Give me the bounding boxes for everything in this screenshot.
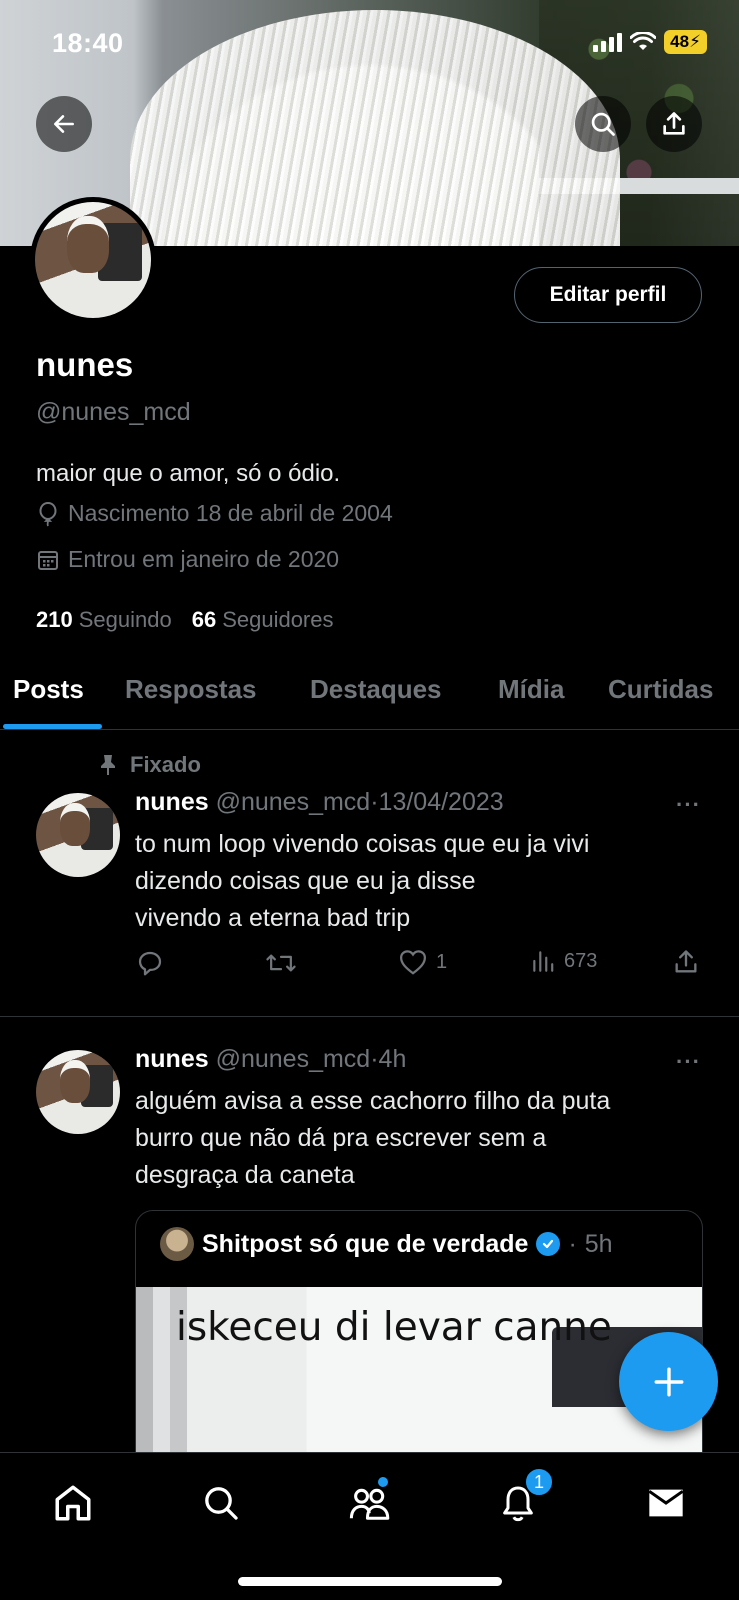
pinned-label: Fixado (98, 752, 201, 778)
profile-handle: @nunes_mcd (36, 398, 191, 426)
battery-indicator: 48⚡ (664, 30, 707, 54)
tweet-author-handle[interactable]: @nunes_mcd (216, 1045, 371, 1073)
tweet-avatar[interactable] (36, 793, 120, 877)
quoted-tweet-header: Shitpost só que de verdade · 5h (160, 1227, 613, 1261)
communities-icon (349, 1488, 390, 1520)
nav-search[interactable] (193, 1475, 249, 1531)
following-count: 210 (36, 607, 73, 632)
communities-dot (378, 1477, 388, 1487)
birth-date: Nascimento 18 de abril de 2004 (36, 500, 393, 527)
compose-button[interactable] (619, 1332, 718, 1431)
tweet-author-name[interactable]: nunes (135, 1045, 209, 1073)
quoted-tweet[interactable]: Shitpost só que de verdade · 5h iskeceu d… (135, 1210, 703, 1470)
nav-notifications[interactable]: 1 (490, 1467, 554, 1531)
retweet-icon (266, 954, 296, 972)
follow-stats: 210 Seguindo 66 Seguidores (36, 607, 334, 633)
tab-replies[interactable]: Respostas (125, 674, 257, 705)
following-link[interactable]: 210 Seguindo (36, 607, 172, 633)
quoted-time: 5h (584, 1229, 613, 1258)
wifi-icon (630, 32, 657, 50)
retweet-button[interactable] (265, 948, 297, 978)
back-button[interactable] (36, 96, 92, 152)
plus-icon (654, 1367, 683, 1396)
tab-highlights[interactable]: Destaques (310, 674, 442, 705)
mail-icon (648, 1489, 684, 1517)
tweet-header: nunes @nunes_mcd·13/04/2023 (135, 788, 504, 817)
like-count: 1 (436, 950, 448, 973)
join-date: Entrou em janeiro de 2020 (36, 546, 339, 573)
tweet-header: nunes @nunes_mcd·4h (135, 1045, 406, 1074)
tweet-divider (0, 1016, 739, 1017)
share-tweet-button[interactable] (672, 948, 700, 976)
views-icon (533, 951, 554, 972)
pinned-text: Fixado (130, 752, 201, 777)
charging-icon: ⚡ (689, 32, 701, 51)
home-icon (55, 1485, 91, 1521)
quoted-avatar (160, 1227, 194, 1261)
pin-icon (101, 755, 115, 775)
profile-tabs: Posts Respostas Destaques Mídia Curtidas (0, 666, 739, 730)
join-date-text: Entrou em janeiro de 2020 (68, 546, 340, 572)
tweet-avatar[interactable] (36, 1050, 120, 1134)
notifications-badge: 1 (524, 1467, 554, 1497)
tweet-more-button[interactable]: ··· (676, 1049, 701, 1075)
following-label: Seguindo (78, 607, 172, 632)
tweet-text: to num loop vivendo coisas que eu ja viv… (135, 830, 590, 932)
tweet-text: alguém avisa a esse cachorro filho da pu… (135, 1087, 611, 1189)
active-tab-indicator (3, 724, 102, 729)
profile-name: nunes (36, 346, 134, 383)
home-indicator (238, 1577, 502, 1586)
arrow-left-icon (54, 115, 74, 133)
birth-date-text: Nascimento 18 de abril de 2004 (68, 500, 393, 526)
followers-link[interactable]: 66 Seguidores (192, 607, 334, 633)
like-button[interactable]: 1 (398, 948, 447, 976)
tab-media[interactable]: Mídia (498, 674, 564, 705)
search-icon (591, 112, 615, 136)
tweet-time[interactable]: 4h (379, 1045, 407, 1073)
balloon-icon (39, 501, 57, 526)
nav-messages[interactable] (638, 1475, 694, 1531)
tweet-author-handle[interactable]: @nunes_mcd (216, 788, 371, 816)
tweet-separator: · (370, 1045, 379, 1073)
profile-avatar[interactable] (30, 197, 156, 323)
quoted-media-caption: iskeceu di levar canne (176, 1305, 612, 1350)
quoted-separator: · (568, 1229, 577, 1258)
share-icon (663, 112, 685, 135)
views-count: 673 (564, 949, 598, 972)
tweet-separator: · (370, 788, 379, 816)
reply-button[interactable] (135, 948, 165, 978)
profile-bio: maior que o amor, só o ódio. (36, 460, 341, 487)
tab-posts[interactable]: Posts (13, 674, 84, 705)
tab-likes[interactable]: Curtidas (608, 674, 713, 705)
cellular-signal-icon (593, 32, 623, 52)
followers-label: Seguidores (222, 607, 334, 632)
views-button[interactable]: 673 (530, 948, 597, 974)
status-time: 18:40 (52, 28, 124, 58)
heart-icon (399, 950, 427, 975)
search-button[interactable] (575, 96, 631, 152)
quoted-author-name: Shitpost só que de verdade (202, 1229, 529, 1258)
tweet-more-button[interactable]: ··· (676, 792, 701, 818)
followers-count: 66 (191, 607, 217, 632)
nav-home[interactable] (45, 1475, 101, 1531)
tweet-time[interactable]: 13/04/2023 (379, 788, 504, 816)
status-indicators: 48⚡ (593, 30, 707, 54)
share-icon (675, 950, 697, 973)
tweet-actions: 1 673 (0, 948, 739, 988)
reply-icon (138, 951, 162, 976)
battery-level: 48 (670, 32, 690, 51)
tweet-author-name[interactable]: nunes (135, 788, 209, 816)
search-icon (205, 1487, 238, 1520)
verified-badge-icon (536, 1232, 561, 1256)
edit-profile-button[interactable]: Editar perfil (514, 267, 702, 323)
calendar-icon (38, 550, 58, 570)
nav-communities[interactable] (342, 1475, 398, 1531)
share-button[interactable] (646, 96, 702, 152)
